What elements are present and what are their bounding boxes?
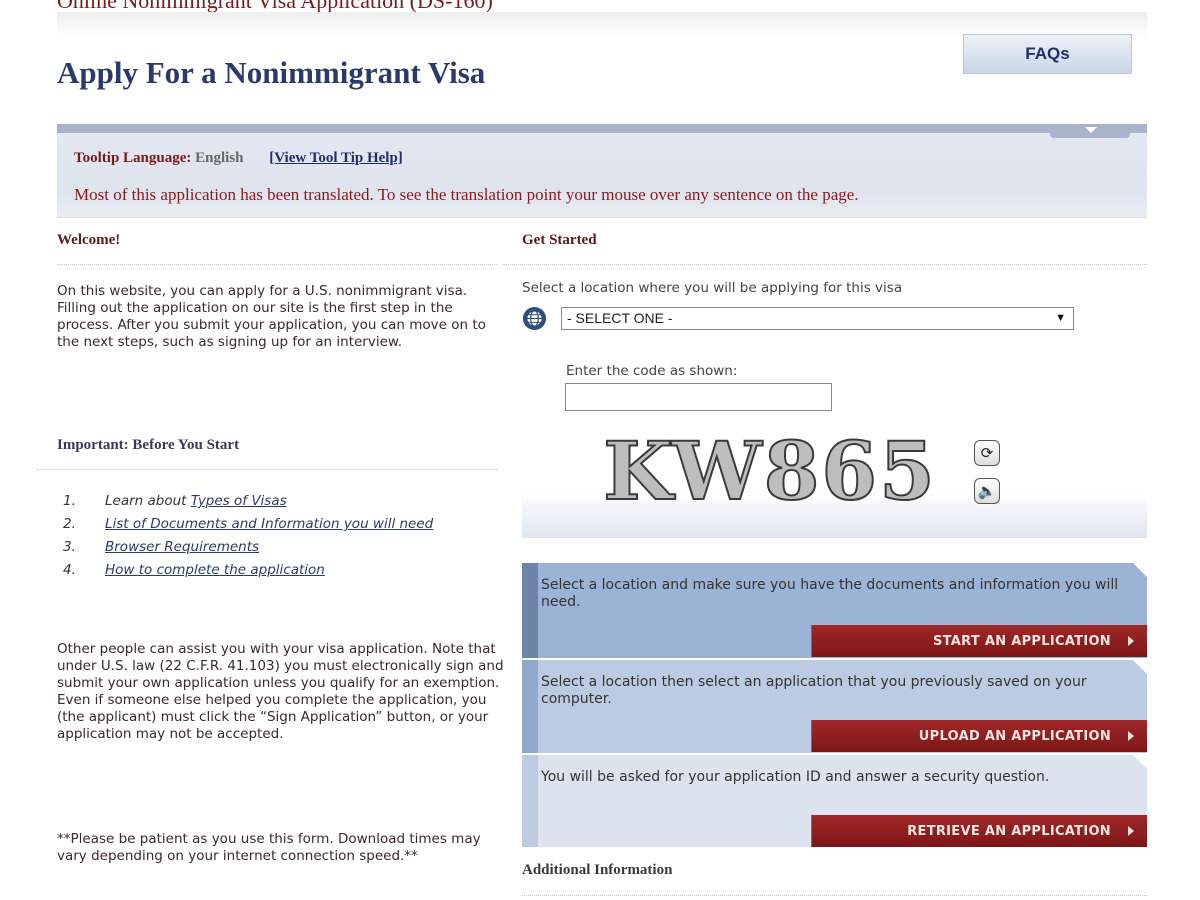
step-number: 3. xyxy=(63,539,76,555)
patience-text: **Please be patient as you use this form… xyxy=(57,831,481,864)
upload-application-label: UPLOAD AN APPLICATION xyxy=(918,728,1111,744)
start-application-description: Select a location and make sure you have… xyxy=(541,577,1119,610)
chevron-right-icon xyxy=(1128,636,1134,646)
step-number: 4. xyxy=(63,562,76,578)
panel-accent-bar xyxy=(522,660,538,753)
welcome-heading: Welcome! xyxy=(57,232,121,248)
captcha-code-label: Enter the code as shown: xyxy=(566,363,738,379)
page-title: Apply For a Nonimmigrant Visa xyxy=(57,55,486,90)
list-item: 1. Learn about Types of Visas xyxy=(60,492,510,511)
panel-accent-bar xyxy=(522,563,538,658)
tooltip-language-value: English xyxy=(195,150,244,166)
tooltip-language-label: Tooltip Language: xyxy=(74,150,192,166)
tooltip-language-row: Tooltip Language: English [View Tool Tip… xyxy=(74,150,403,167)
faqs-button[interactable]: FAQs xyxy=(963,34,1132,74)
view-tooltip-help-link[interactable]: [View Tool Tip Help] xyxy=(269,150,403,166)
types-of-visas-link[interactable]: Types of Visas xyxy=(191,493,287,509)
upload-application-panel: Select a location then select an applica… xyxy=(522,660,1147,753)
tooltip-message: Most of this application has been transl… xyxy=(74,185,859,204)
start-application-panel: Select a location and make sure you have… xyxy=(522,563,1147,658)
documents-list-link[interactable]: List of Documents and Information you wi… xyxy=(105,516,433,532)
audio-icon[interactable]: 🔈 xyxy=(974,478,1000,504)
get-started-heading: Get Started xyxy=(522,232,597,248)
location-select[interactable]: - SELECT ONE - ▼ xyxy=(561,307,1074,330)
start-application-label: START AN APPLICATION xyxy=(932,633,1111,649)
retrieve-application-panel: You will be asked for your application I… xyxy=(522,755,1147,847)
upload-application-description: Select a location then select an applica… xyxy=(541,674,1087,707)
dropdown-arrow-icon: ▼ xyxy=(1055,312,1066,324)
welcome-intro: On this website, you can apply for a U.S… xyxy=(57,283,486,350)
list-item: 2. List of Documents and Information you… xyxy=(60,515,510,534)
captcha-code-input[interactable] xyxy=(565,383,832,411)
retrieve-application-button[interactable]: RETRIEVE AN APPLICATION xyxy=(811,815,1147,847)
chevron-right-icon xyxy=(1128,731,1134,741)
divider xyxy=(502,264,1147,265)
upload-application-button[interactable]: UPLOAD AN APPLICATION xyxy=(811,720,1147,752)
step-prefix: Learn about xyxy=(105,493,191,509)
divider xyxy=(522,895,1147,896)
panel-corner xyxy=(1133,755,1147,769)
list-item: 4. How to complete the application xyxy=(60,561,510,580)
globe-icon xyxy=(522,306,547,331)
additional-information-heading: Additional Information xyxy=(522,862,673,878)
panel-accent-bar xyxy=(522,755,538,847)
chevron-down-icon[interactable] xyxy=(1085,127,1097,133)
panel-corner xyxy=(1133,660,1147,674)
step-number: 2. xyxy=(63,516,76,532)
tooltip-strip xyxy=(57,124,1147,133)
refresh-icon[interactable]: ⟳ xyxy=(974,440,1000,466)
steps-list: 1. Learn about Types of Visas 2. List of… xyxy=(60,492,510,584)
divider xyxy=(57,264,497,265)
browser-requirements-link[interactable]: Browser Requirements xyxy=(105,539,259,555)
step-number: 1. xyxy=(63,493,76,509)
start-application-button[interactable]: START AN APPLICATION xyxy=(811,625,1147,657)
captcha-image: KW865 xyxy=(602,423,937,519)
list-item: 3. Browser Requirements xyxy=(60,538,510,557)
location-select-value: - SELECT ONE - xyxy=(567,310,673,326)
retrieve-application-label: RETRIEVE AN APPLICATION xyxy=(907,823,1111,839)
chevron-right-icon xyxy=(1128,826,1134,836)
location-label: Select a location where you will be appl… xyxy=(522,280,903,296)
how-to-complete-link[interactable]: How to complete the application xyxy=(105,562,325,578)
divider xyxy=(37,469,497,470)
retrieve-application-description: You will be asked for your application I… xyxy=(541,769,1050,785)
panel-corner xyxy=(1133,563,1147,577)
assist-text: Other people can assist you with your vi… xyxy=(57,641,504,742)
important-heading: Important: Before You Start xyxy=(57,437,240,453)
tooltip-panel xyxy=(57,133,1147,218)
